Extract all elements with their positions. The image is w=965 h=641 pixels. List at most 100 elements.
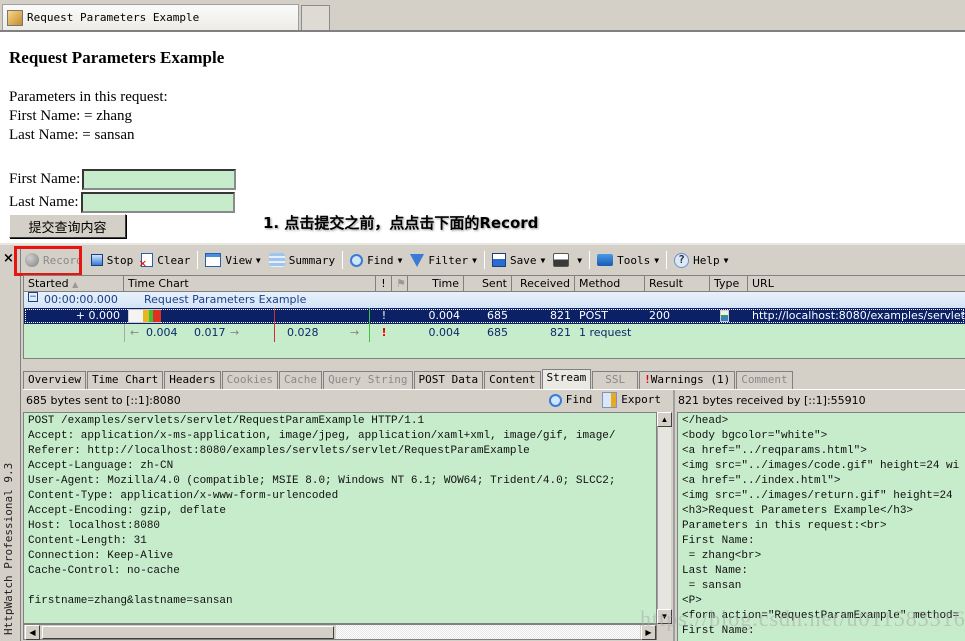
tab-post-data[interactable]: POST Data [413, 371, 484, 389]
toolbar-separator [483, 251, 485, 269]
sent-stream-text[interactable]: POST /examples/servlets/servlet/RequestP… [23, 412, 657, 624]
tab-content[interactable]: Content [484, 371, 541, 389]
collapse-icon[interactable]: − [28, 292, 38, 302]
view-icon [205, 253, 222, 267]
column-received[interactable]: Received [512, 276, 575, 292]
summary-row: ← 0.004 0.017 → 0.028 → ! 0.004 685 821 … [24, 324, 965, 342]
toolbar-separator [666, 251, 668, 269]
stream-line: Content-Length: 31 [28, 535, 147, 547]
stream-line: Accept-Language: zh-CN [28, 460, 174, 472]
tab-cache[interactable]: Cache [278, 371, 323, 389]
first-name-result: First Name: = zhang [9, 108, 133, 124]
request-grid: Started ▲ Time Chart ! ⚑ Time Sent Recei… [23, 275, 965, 359]
column-type[interactable]: Type [710, 276, 748, 292]
last-name-result: Last Name: = sansan [9, 127, 135, 143]
column-time-chart[interactable]: Time Chart [124, 276, 376, 292]
scroll-up-icon[interactable]: ▲ [657, 412, 672, 427]
tab-overview[interactable]: Overview [23, 371, 86, 389]
export-label: Export [621, 393, 661, 406]
clear-icon: ✕ [139, 253, 154, 269]
stream-line: <img src="../images/return.gif" height=2… [682, 490, 953, 502]
scroll-thumb[interactable] [42, 626, 334, 639]
scroll-down-icon[interactable]: ▼ [657, 609, 672, 624]
tab-warnings[interactable]: !Warnings (1) [639, 371, 736, 389]
stream-line: Accept: application/x-ms-application, im… [28, 430, 616, 442]
received-bytes-label: 821 bytes received by [::1]:55910 [678, 393, 866, 407]
entry-method: POST [579, 309, 608, 322]
entry-received: 821 [550, 309, 571, 322]
stream-line: Last Name: [682, 565, 749, 577]
printer-icon [553, 253, 570, 267]
column-url[interactable]: URL [748, 276, 965, 292]
stream-line: POST /examples/servlets/servlet/RequestP… [28, 415, 425, 427]
summary-spacer [24, 324, 124, 342]
entry-sent: 685 [487, 309, 508, 322]
view-button[interactable]: View ▼ [201, 249, 264, 271]
find-button[interactable]: Find ▼ [346, 249, 406, 271]
first-name-input[interactable] [82, 168, 237, 190]
grid-header: Started ▲ Time Chart ! ⚑ Time Sent Recei… [24, 276, 965, 292]
stream-line: Parameters in this request:<br> [682, 520, 887, 532]
export-icon [602, 392, 618, 408]
tab-stream[interactable]: Stream [541, 369, 592, 389]
last-name-input[interactable] [80, 191, 235, 213]
clear-button[interactable]: ✕ Clear [137, 249, 194, 271]
filter-button[interactable]: Filter ▼ [406, 249, 481, 271]
tab-comment[interactable]: Comment [736, 371, 793, 389]
page-group-row[interactable]: − 00:00:00.000 Request Parameters Exampl… [24, 292, 965, 308]
chevron-down-icon: ▼ [540, 255, 546, 265]
scroll-left-icon[interactable]: ◀ [25, 625, 40, 640]
stream-line: First Name: [682, 535, 755, 547]
tools-button[interactable]: Tools ▼ [593, 249, 663, 271]
column-result[interactable]: Result [645, 276, 710, 292]
entry-warning-icon: ! [381, 309, 387, 322]
tab-headers[interactable]: Headers [164, 371, 221, 389]
request-row[interactable]: + 0.000 ! 0.004 685 821 POST 200 http://… [24, 308, 965, 324]
column-started[interactable]: Started ▲ [24, 276, 124, 292]
entry-result: 200 [649, 309, 670, 322]
browser-tab[interactable]: Request Parameters Example [2, 4, 299, 30]
stream-export-button[interactable]: Export [602, 392, 661, 408]
help-button[interactable]: ? Help ▼ [670, 249, 732, 271]
scroll-right-icon[interactable]: ▶ [641, 625, 656, 640]
toolbar-separator [342, 251, 344, 269]
page-started: 00:00:00.000 [44, 293, 118, 306]
save-button[interactable]: Save ▼ [488, 249, 549, 271]
stream-find-button[interactable]: Find [548, 393, 592, 407]
stream-line: <form action="RequestParamExample" metho… [682, 610, 960, 622]
record-button[interactable]: Record [14, 246, 87, 276]
tab-time-chart[interactable]: Time Chart [86, 371, 164, 389]
stream-line [28, 579, 652, 594]
instruction-annotation: 1. 点击提交之前，点点击下面的Record [263, 214, 539, 232]
new-tab-button[interactable] [301, 5, 330, 30]
column-sent[interactable]: Sent [464, 276, 512, 292]
submit-query-button[interactable]: 提交查询内容 [9, 214, 126, 238]
arrow-right-icon: → [230, 326, 240, 339]
sent-pane-header: 685 bytes sent to [::1]:8080 Find Export [23, 390, 669, 410]
detail-tabs: Overview Time Chart Headers Cookies Cach… [23, 369, 794, 389]
column-method[interactable]: Method [575, 276, 645, 292]
sent-vertical-scrollbar[interactable]: ▲ ▼ [657, 412, 672, 624]
received-stream-text[interactable]: </head> <body bgcolor="white"> <a href="..… [677, 412, 965, 641]
column-flag-icon[interactable]: ⚑ [392, 276, 408, 292]
stream-line: = zhang<br> [682, 550, 762, 562]
stop-button[interactable]: Stop [87, 249, 138, 271]
sent-horizontal-scrollbar[interactable]: ◀ ▶ [23, 624, 657, 640]
summary-time-chart: ← 0.004 0.017 → 0.028 → [124, 324, 376, 342]
summary-count: 1 request [579, 326, 632, 339]
summary-button[interactable]: Summary [265, 249, 339, 271]
tab-query-string[interactable]: Query String [323, 371, 413, 389]
column-time[interactable]: Time [408, 276, 464, 292]
tab-ssl[interactable]: SSL [592, 371, 639, 389]
print-button[interactable]: ▼ [549, 249, 586, 271]
stream-line: User-Agent: Mozilla/4.0 (compatible; MSI… [28, 475, 616, 487]
entry-url: http://localhost:8080/examples/servlets/… [752, 309, 965, 322]
tab-cookies[interactable]: Cookies [221, 371, 278, 389]
stream-actions: Find Export [548, 392, 669, 408]
close-panel-button[interactable]: × [3, 251, 14, 266]
column-warning[interactable]: ! [376, 276, 392, 292]
timing-bar-receive [153, 310, 161, 322]
toolbar-separator [589, 251, 591, 269]
page-title: Request Parameters Example [144, 293, 307, 306]
magnifier-icon [548, 393, 562, 407]
